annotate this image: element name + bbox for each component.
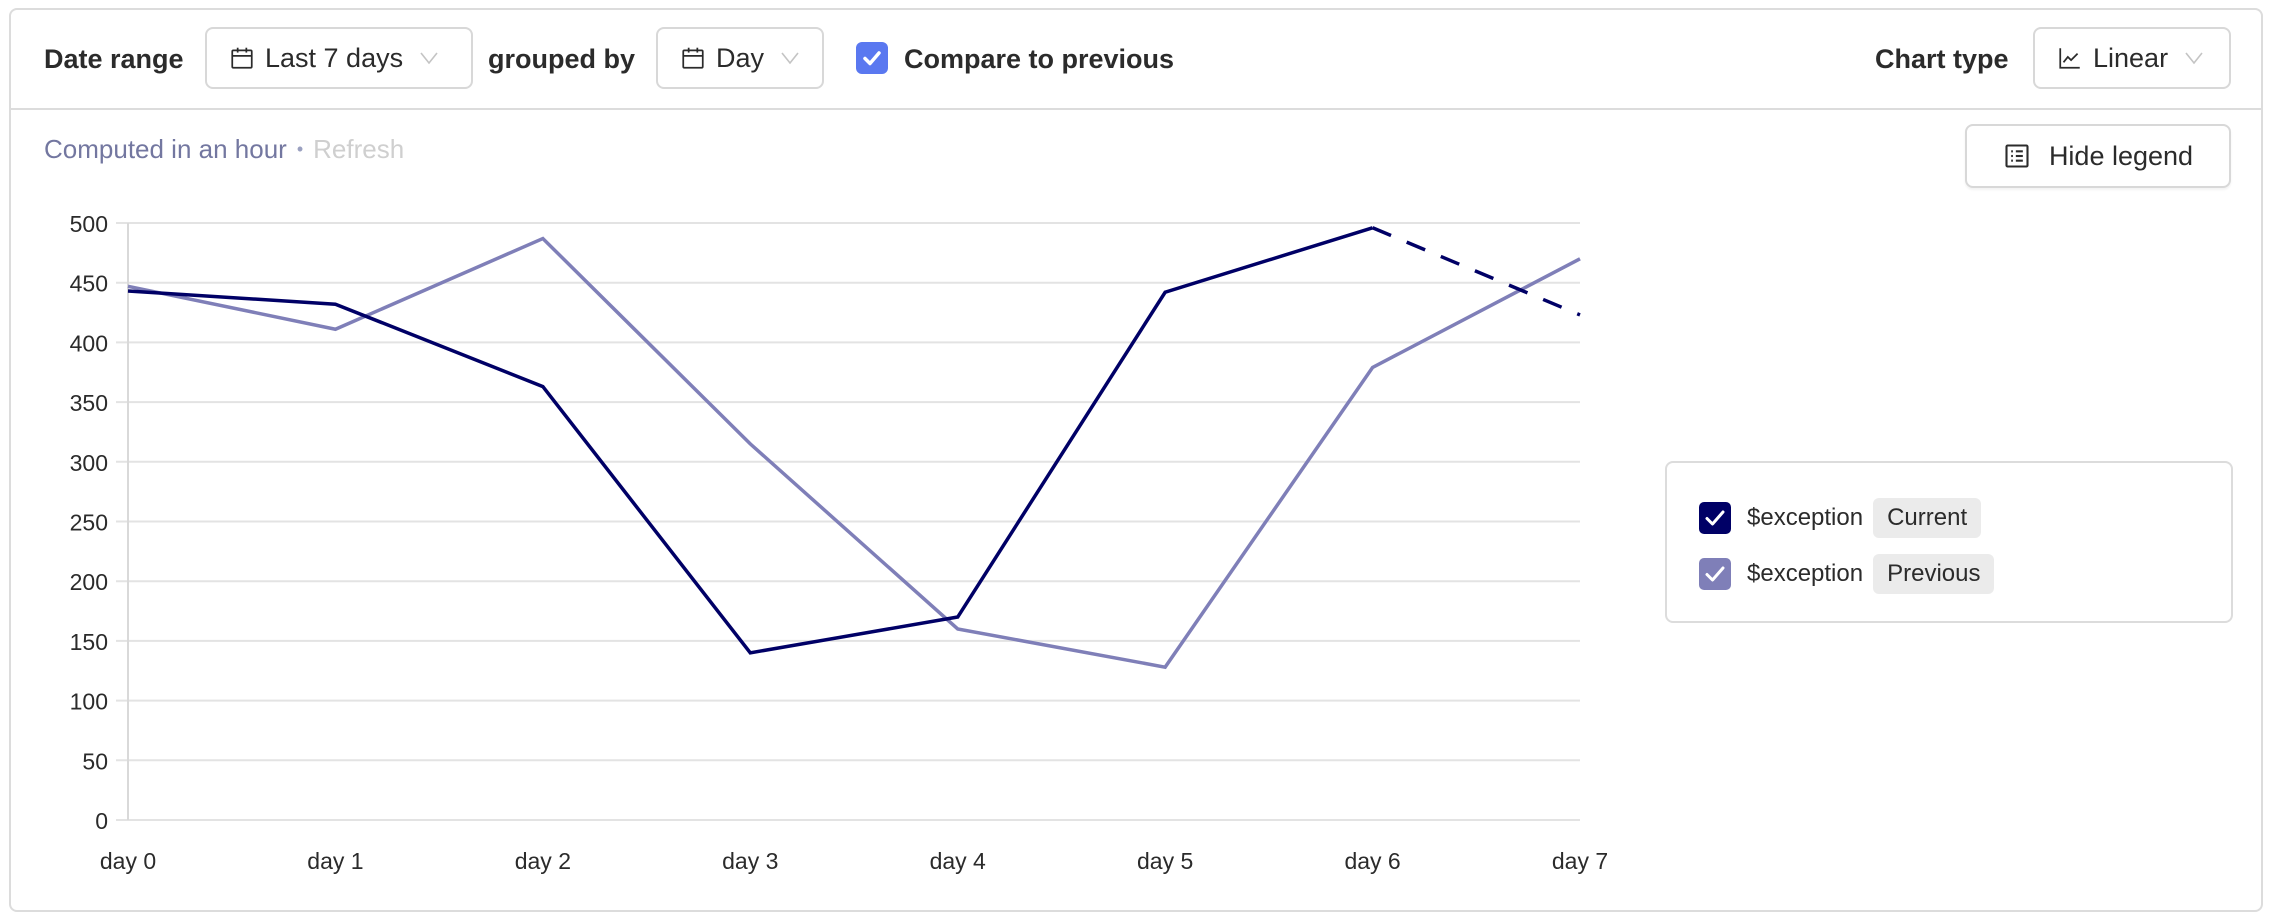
y-tick-label: 50 — [82, 748, 108, 774]
checkmark-icon — [1705, 566, 1725, 582]
x-tick-label: day 5 — [1137, 848, 1193, 874]
x-tick-label: day 4 — [930, 848, 986, 874]
chevron-down-icon — [2185, 52, 2203, 65]
y-tick-label: 0 — [95, 808, 108, 834]
y-tick-label: 150 — [70, 629, 108, 655]
hide-legend-button[interactable]: Hide legend — [1965, 124, 2231, 188]
y-tick-label: 400 — [70, 330, 108, 356]
y-tick-label: 250 — [70, 510, 108, 536]
legend-checkbox-previous[interactable] — [1699, 558, 1731, 590]
legend-item-current[interactable]: $exception Current — [1699, 498, 1982, 538]
legend-item-previous[interactable]: $exception Previous — [1699, 554, 1995, 594]
chart-type-label: Chart type — [1875, 44, 2009, 74]
y-tick-label: 100 — [70, 689, 108, 715]
y-tick-label: 500 — [70, 211, 108, 237]
series-line-current-incomplete — [1371, 226, 1581, 317]
x-tick-label: day 2 — [515, 848, 571, 874]
insight-card: Date range Last 7 days grouped by Day Co… — [9, 8, 2263, 912]
legend-tag: Previous — [1873, 554, 1995, 594]
legend-series-name: $exception — [1747, 560, 1864, 587]
legend-checkbox-current[interactable] — [1699, 502, 1731, 534]
y-tick-label: 200 — [70, 569, 108, 595]
chart-type-value: Linear — [2093, 42, 2169, 73]
line-chart-icon — [2059, 48, 2080, 69]
x-tick-label: day 0 — [100, 848, 156, 874]
series-line-previous — [127, 236, 1581, 670]
y-tick-label: 450 — [70, 271, 108, 297]
legend-tag: Current — [1873, 498, 1982, 538]
x-tick-label: day 7 — [1552, 848, 1608, 874]
checkmark-icon — [1705, 510, 1725, 526]
legend-series-name: $exception — [1747, 504, 1864, 531]
legend: $exception Current $exception Previous — [1665, 461, 2233, 623]
x-tick-label: day 6 — [1344, 848, 1400, 874]
line-chart: 0 50 100 150 200 250 300 350 400 450 500 day 0 day 1… — [70, 211, 1609, 874]
y-tick-label: 350 — [70, 390, 108, 416]
list-icon — [2005, 144, 2029, 168]
series-line-current — [127, 226, 1374, 655]
x-tick-label: day 1 — [307, 848, 363, 874]
hide-legend-label: Hide legend — [2048, 140, 2194, 171]
x-tick-label: day 3 — [722, 848, 778, 874]
chart-type-select[interactable]: Linear — [2033, 27, 2231, 89]
y-tick-label: 300 — [70, 450, 108, 476]
